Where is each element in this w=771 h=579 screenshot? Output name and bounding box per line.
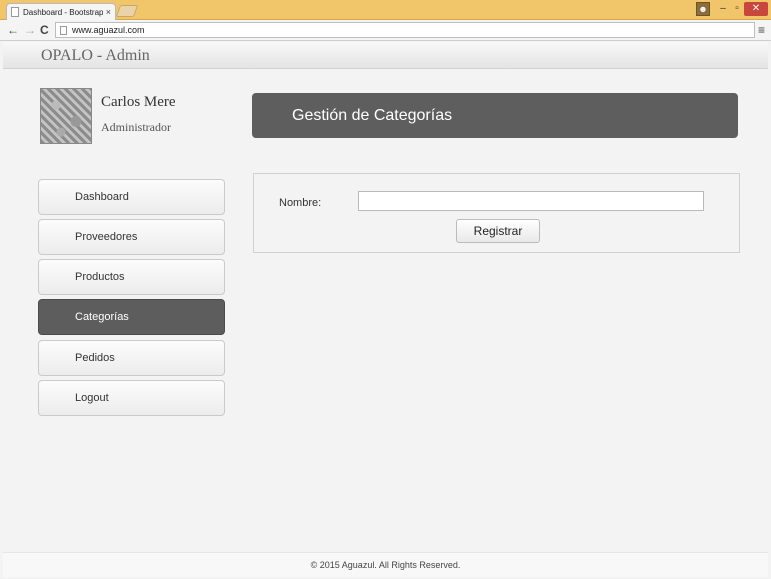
sidebar-item-proveedores[interactable]: Proveedores bbox=[38, 219, 225, 255]
user-icon[interactable]: ☻ bbox=[696, 2, 710, 16]
sidebar-item-label: Pedidos bbox=[75, 352, 115, 364]
minimize-button[interactable]: – bbox=[716, 2, 730, 16]
name-label: Nombre: bbox=[279, 197, 322, 209]
sidebar-item-pedidos[interactable]: Pedidos bbox=[38, 340, 225, 376]
tab-title: Dashboard - Bootstrap Ac bbox=[23, 7, 103, 17]
avatar bbox=[40, 88, 92, 144]
sidebar-item-label: Dashboard bbox=[75, 191, 129, 203]
browser-toolbar: ← → C www.aguazul.com ≡ bbox=[0, 20, 771, 41]
new-tab-button[interactable] bbox=[115, 5, 139, 17]
page-title-text: Gestión de Categorías bbox=[292, 106, 453, 124]
sidebar-item-label: Logout bbox=[75, 392, 109, 404]
url-text: www.aguazul.com bbox=[72, 25, 145, 35]
browser-menu-icon[interactable]: ≡ bbox=[758, 23, 765, 37]
profile-name: Carlos Mere bbox=[101, 94, 176, 110]
tab-close-icon[interactable]: × bbox=[106, 7, 111, 17]
browser-titlebar: Dashboard - Bootstrap Ac × ☻ – ▫ ✕ bbox=[0, 0, 771, 20]
footer: © 2015 Aguazul. All Rights Reserved. bbox=[3, 552, 768, 577]
sidebar-item-categorias[interactable]: Categorías bbox=[38, 299, 225, 335]
close-window-button[interactable]: ✕ bbox=[744, 2, 768, 16]
category-form: Nombre: Registrar bbox=[253, 173, 740, 253]
reload-icon[interactable]: C bbox=[40, 23, 49, 37]
maximize-button[interactable]: ▫ bbox=[730, 2, 744, 16]
profile-role: Administrador bbox=[101, 120, 171, 134]
sidebar-item-label: Proveedores bbox=[75, 231, 138, 243]
page-icon bbox=[60, 25, 67, 35]
page-icon bbox=[11, 7, 19, 17]
sidebar-item-label: Productos bbox=[75, 271, 125, 283]
brand-title[interactable]: OPALO - Admin bbox=[41, 47, 150, 65]
sidebar-item-logout[interactable]: Logout bbox=[38, 380, 225, 416]
sidebar-item-productos[interactable]: Productos bbox=[38, 259, 225, 295]
top-navbar: OPALO - Admin bbox=[3, 42, 768, 69]
browser-tab[interactable]: Dashboard - Bootstrap Ac × bbox=[6, 3, 116, 20]
name-field[interactable] bbox=[358, 191, 704, 211]
address-bar[interactable]: www.aguazul.com bbox=[55, 22, 755, 38]
forward-arrow-icon[interactable]: → bbox=[24, 23, 36, 37]
sidebar-item-dashboard[interactable]: Dashboard bbox=[38, 179, 225, 215]
footer-text: © 2015 Aguazul. All Rights Reserved. bbox=[310, 560, 461, 570]
back-arrow-icon[interactable]: ← bbox=[7, 23, 19, 37]
sidebar-item-label: Categorías bbox=[75, 311, 129, 323]
page-title: Gestión de Categorías bbox=[252, 93, 738, 138]
register-button[interactable]: Registrar bbox=[456, 219, 540, 243]
